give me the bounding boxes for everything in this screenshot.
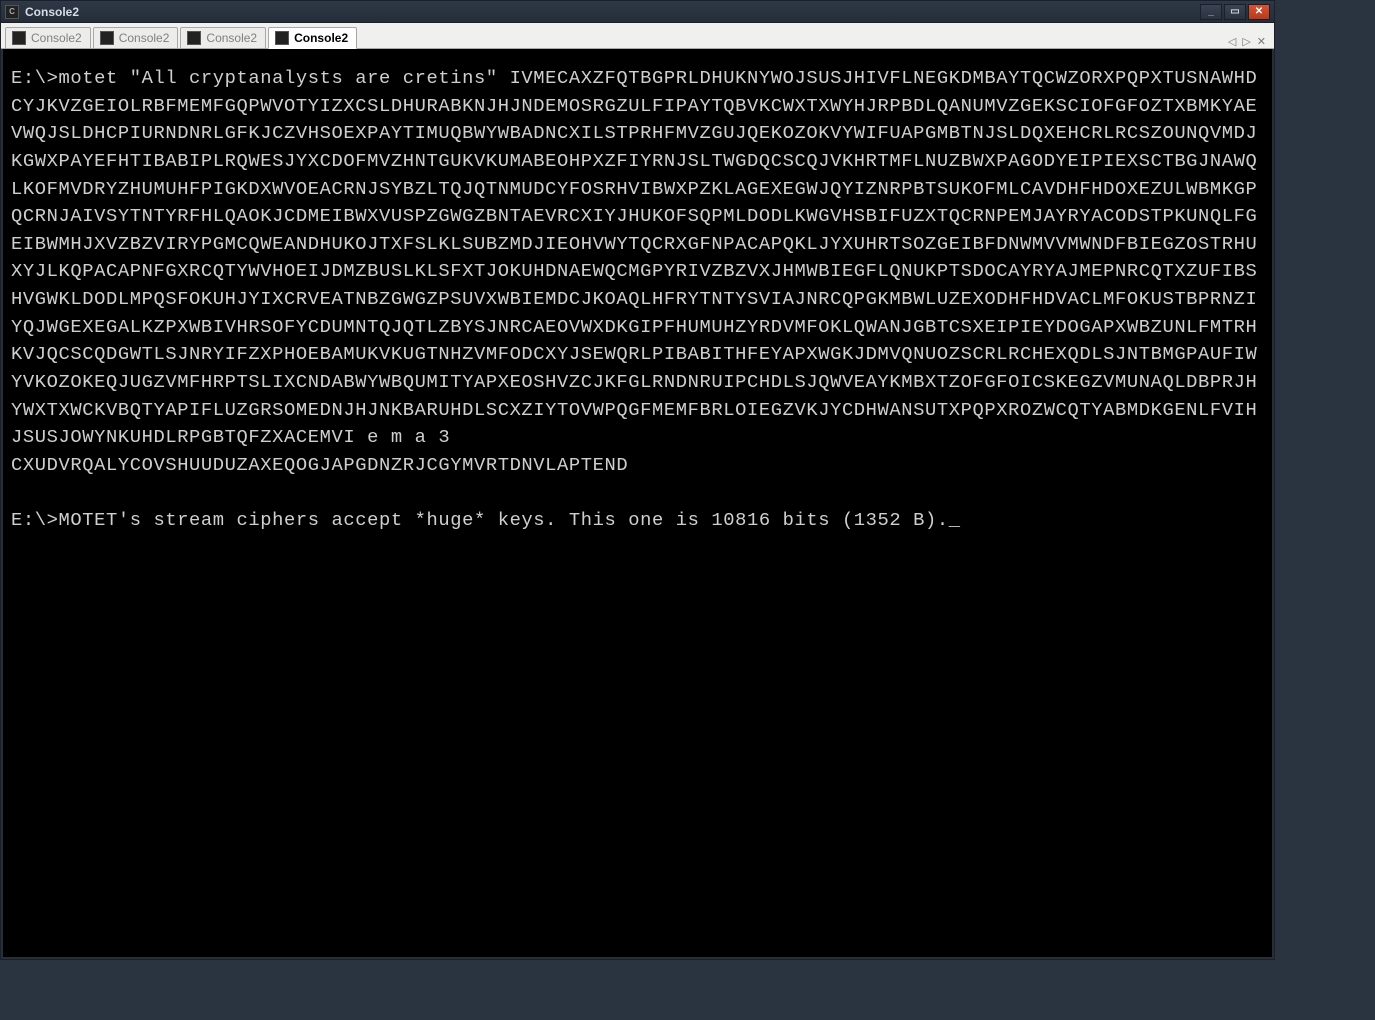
close-button[interactable]: ✕ bbox=[1248, 4, 1270, 20]
console-icon bbox=[275, 31, 289, 45]
terminal-prompt-line: E:\>MOTET's stream ciphers accept *huge*… bbox=[11, 507, 1266, 535]
window-controls: _ ▭ ✕ bbox=[1200, 4, 1270, 20]
tab-nav: ◁ ▷ ✕ bbox=[1228, 35, 1270, 48]
terminal-output-2: CXUDVRQALYCOVSHUUDUZAXEQOGJAPGDNZRJCGYMV… bbox=[11, 452, 1266, 480]
tab-label: Console2 bbox=[206, 31, 257, 45]
blank-line bbox=[11, 479, 1266, 507]
tab-console-2[interactable]: Console2 bbox=[93, 27, 179, 48]
window-title: Console2 bbox=[25, 5, 1200, 19]
tab-label: Console2 bbox=[31, 31, 82, 45]
title-bar[interactable]: C Console2 _ ▭ ✕ bbox=[1, 1, 1274, 23]
minimize-button[interactable]: _ bbox=[1200, 4, 1222, 20]
prompt-text: E:\>MOTET's stream ciphers accept *huge*… bbox=[11, 509, 949, 531]
maximize-button[interactable]: ▭ bbox=[1224, 4, 1246, 20]
tab-next-button[interactable]: ▷ bbox=[1242, 35, 1250, 48]
tab-console-1[interactable]: Console2 bbox=[5, 27, 91, 48]
terminal-area[interactable]: E:\>motet "All cryptanalysts are cretins… bbox=[1, 49, 1274, 959]
console-icon bbox=[100, 31, 114, 45]
console-icon bbox=[187, 31, 201, 45]
app-window: C Console2 _ ▭ ✕ Console2 Console2 Conso… bbox=[0, 0, 1275, 960]
tab-console-4[interactable]: Console2 bbox=[268, 27, 357, 49]
cursor: _ bbox=[949, 507, 961, 535]
terminal-output-1: E:\>motet "All cryptanalysts are cretins… bbox=[11, 65, 1266, 452]
app-icon: C bbox=[5, 5, 19, 19]
tab-label: Console2 bbox=[119, 31, 170, 45]
tab-prev-button[interactable]: ◁ bbox=[1228, 35, 1236, 48]
tab-label: Console2 bbox=[294, 31, 348, 45]
console-icon bbox=[12, 31, 26, 45]
tab-console-3[interactable]: Console2 bbox=[180, 27, 266, 48]
tab-close-button[interactable]: ✕ bbox=[1257, 35, 1266, 48]
tab-strip: Console2 Console2 Console2 Console2 ◁ ▷ … bbox=[1, 23, 1274, 49]
